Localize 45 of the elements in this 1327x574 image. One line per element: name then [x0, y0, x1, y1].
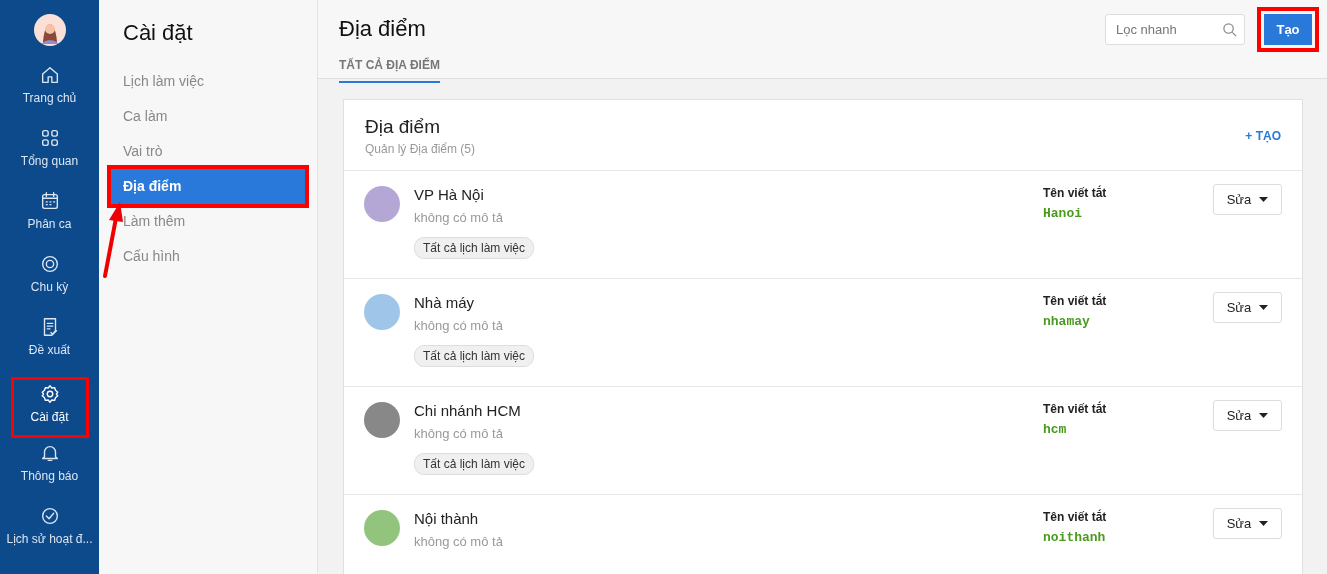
- search-icon: [1222, 22, 1237, 37]
- caret-icon: [1259, 413, 1269, 418]
- location-name: Chi nhánh HCM: [414, 402, 521, 419]
- code-value: Hanoi: [1043, 206, 1082, 221]
- code-value: hcm: [1043, 422, 1067, 437]
- location-description: không có mô tả: [414, 210, 503, 225]
- code-label: Tên viết tắt: [1043, 294, 1107, 308]
- edit-button[interactable]: Sửa: [1213, 184, 1282, 215]
- caret-icon: [1259, 521, 1269, 526]
- code-label: Tên viết tắt: [1043, 402, 1107, 416]
- location-description: không có mô tả: [414, 318, 503, 333]
- tab[interactable]: TẤT CẢ ĐỊA ĐIỂM: [339, 58, 440, 83]
- location-name: VP Hà Nội: [414, 186, 484, 203]
- nav-item[interactable]: Lịch sử hoạt đ...: [0, 503, 99, 566]
- search-field[interactable]: Lọc nhanh: [1105, 14, 1245, 45]
- schedule-tag: Tất cả lịch làm việc: [414, 237, 535, 259]
- nav-item[interactable]: Chu kỳ: [0, 251, 99, 314]
- location-description: không có mô tả: [414, 426, 503, 441]
- edit-button[interactable]: Sửa: [1213, 400, 1282, 431]
- nav-item[interactable]: Phân ca: [0, 188, 99, 251]
- code-value: nhamay: [1043, 314, 1090, 329]
- settings-title: Cài đặt: [123, 20, 194, 46]
- schedule-tag: Tất cả lịch làm việc: [414, 345, 535, 367]
- caret-icon: [1259, 197, 1269, 202]
- code-value: noithanh: [1043, 530, 1106, 545]
- edit-button[interactable]: Sửa: [1213, 508, 1282, 539]
- code-label: Tên viết tắt: [1043, 186, 1107, 200]
- add-link[interactable]: + TẠO: [1245, 129, 1281, 143]
- schedule-tag: Tất cả lịch làm việc: [414, 453, 535, 475]
- card-subtitle: Quản lý Địa điểm (5): [365, 142, 476, 156]
- nav-item[interactable]: Đề xuất: [0, 314, 99, 377]
- code-label: Tên viết tắt: [1043, 510, 1107, 524]
- card-title: Địa điểm: [365, 116, 441, 138]
- location-description: không có mô tả: [414, 534, 503, 549]
- nav-item[interactable]: Cài đặt: [10, 377, 89, 438]
- location-name: Nhà máy: [414, 294, 475, 311]
- nav-item[interactable]: Trang chủ: [0, 62, 99, 125]
- create-button[interactable]: Tạo: [1257, 7, 1319, 52]
- location-name: Nội thành: [414, 510, 479, 527]
- page-title: Địa điểm: [339, 16, 427, 42]
- nav-item[interactable]: Thông báo: [0, 440, 99, 503]
- avatar[interactable]: [33, 14, 66, 46]
- edit-button[interactable]: Sửa: [1213, 292, 1282, 323]
- caret-icon: [1259, 305, 1269, 310]
- nav-item[interactable]: Tổng quan: [0, 125, 99, 188]
